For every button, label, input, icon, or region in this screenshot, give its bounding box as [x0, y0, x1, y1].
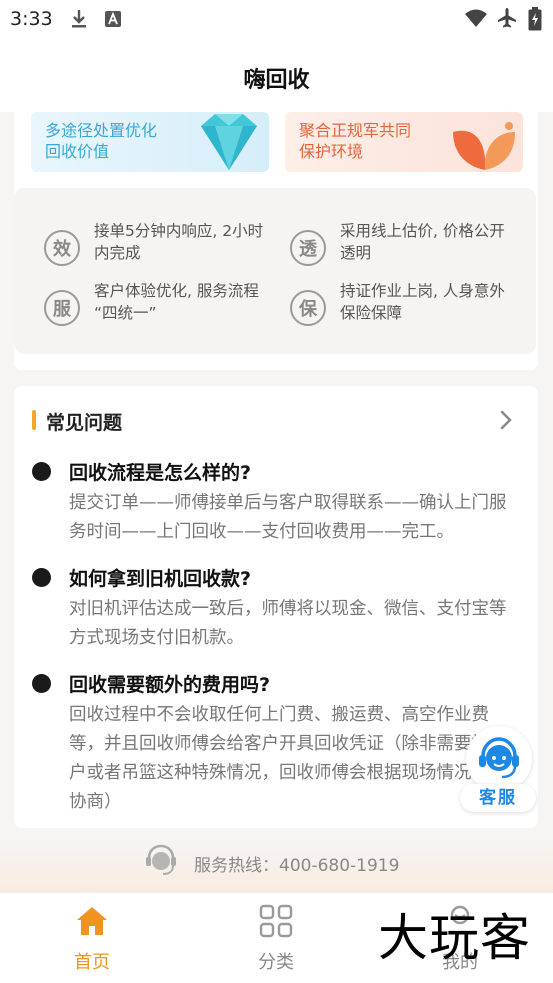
customer-service-button[interactable]: 客服 [460, 726, 536, 812]
feature-service: 服 客户体验优化, 服务流程 “四统一” [44, 280, 280, 340]
insurance-badge: 保 [290, 290, 326, 326]
feature-service-text: 客户体验优化, 服务流程 “四统一” [94, 282, 259, 322]
home-icon [77, 907, 107, 935]
grid-icon [259, 904, 293, 938]
promo-value-line1: 多途径处置优化 [45, 121, 158, 140]
headset-icon [146, 844, 176, 875]
transparency-badge: 透 [290, 230, 326, 266]
tab-home[interactable]: 首页 [37, 903, 147, 973]
hotline-bar: 服务热线：400-680-1919 [0, 838, 553, 894]
leaf-icon [453, 122, 515, 170]
promo-value-line2: 回收价值 [45, 142, 110, 161]
feature-efficiency-text: 接单5分钟内响应, 2小时内完成 [94, 222, 264, 262]
status-time: 3:33 [10, 8, 53, 30]
watermark-logo: 大玩客 [378, 909, 531, 967]
faq-accent-bar [32, 410, 36, 430]
feature-insurance-text: 持证作业上岗, 人身意外保险保障 [340, 282, 505, 322]
app-bar: 嗨回收 [0, 40, 553, 112]
feature-efficiency: 效 接单5分钟内响应, 2小时内完成 [44, 220, 280, 280]
faq-item[interactable]: 回收流程是怎么样的? 提交订单——师傅接单后与客户取得联系——确认上门服务时间—… [32, 458, 522, 548]
battery-charging-icon [528, 7, 542, 31]
faq-question: 回收需要额外的费用吗? [69, 674, 271, 696]
bullet-icon [32, 462, 51, 481]
page-title: 嗨回收 [243, 68, 310, 93]
promo-value[interactable]: 多途径处置优化 回收价值 [31, 112, 269, 172]
features-panel: 效 接单5分钟内响应, 2小时内完成 透 采用线上估价, 价格公开透明 服 客户… [14, 188, 536, 354]
faq-question: 回收流程是怎么样的? [69, 462, 252, 484]
diamond-icon [201, 114, 257, 170]
app-notification-icon [105, 11, 121, 27]
wifi-icon [465, 9, 487, 27]
download-icon [72, 10, 86, 28]
promo-environment-line1: 聚合正规军共同 [299, 121, 412, 140]
airplane-mode-icon [498, 8, 516, 28]
chevron-right-icon[interactable] [494, 408, 518, 432]
faq-question: 如何拿到旧机回收款? [69, 568, 252, 590]
faq-answer: 提交订单——师傅接单后与客户取得联系——确认上门服务时间——上门回收——支付回收… [69, 493, 507, 542]
bullet-icon [32, 674, 51, 693]
service-badge: 服 [44, 290, 80, 326]
faq-item[interactable]: 回收需要额外的费用吗? 回收过程中不会收取任何上门费、搬运费、高空作业费等，并且… [32, 670, 522, 820]
feature-transparency: 透 采用线上估价, 价格公开透明 [290, 220, 526, 280]
tab-category-label: 分类 [258, 952, 294, 973]
faq-answer: 回收过程中不会收取任何上门费、搬运费、高空作业费等，并且回收师傅会给客户开具回收… [69, 705, 507, 812]
status-bar: 3:33 [0, 0, 553, 40]
hotline-text[interactable]: 服务热线：400-680-1919 [194, 851, 399, 876]
promo-environment[interactable]: 聚合正规军共同 保护环境 [285, 112, 523, 172]
tab-home-label: 首页 [74, 952, 110, 973]
feature-transparency-text: 采用线上估价, 价格公开透明 [340, 222, 505, 262]
customer-service-label: 客服 [460, 784, 536, 812]
headset-icon [479, 737, 519, 779]
customer-service-circle [466, 726, 532, 792]
faq-answer: 对旧机评估达成一致后，师傅将以现金、微信、支付宝等方式现场支付旧机款。 [69, 599, 507, 648]
tab-category[interactable]: 分类 [221, 903, 331, 973]
feature-insurance: 保 持证作业上岗, 人身意外保险保障 [290, 280, 526, 340]
faq-item[interactable]: 如何拿到旧机回收款? 对旧机评估达成一致后，师傅将以现金、微信、支付宝等方式现场… [32, 564, 522, 654]
faq-title: 常见问题 [46, 412, 123, 434]
bullet-icon [32, 568, 51, 587]
promo-environment-line2: 保护环境 [299, 142, 364, 161]
efficiency-badge: 效 [44, 230, 80, 266]
